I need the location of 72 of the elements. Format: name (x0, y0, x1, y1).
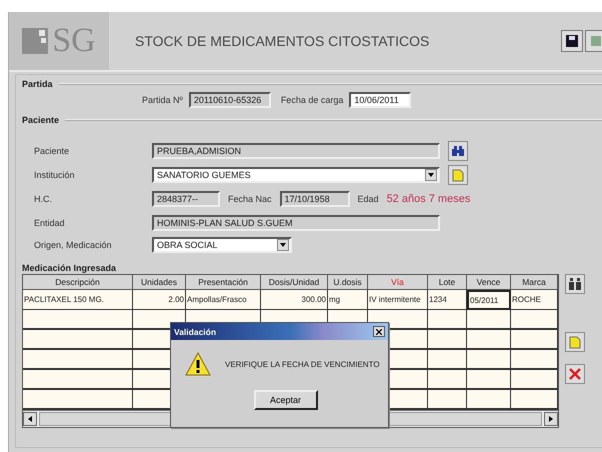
column-header[interactable]: Marca (511, 275, 558, 290)
field-label: Paciente (34, 146, 70, 156)
date-field[interactable]: 10/06/2011 (349, 92, 412, 108)
field-label: Partida Nº (142, 95, 183, 105)
new-document-icon[interactable] (448, 165, 468, 185)
table-cell (511, 370, 558, 390)
field-label: Origen, Medicación (34, 240, 113, 250)
right-arrow-icon (549, 416, 553, 422)
binoculars-icon[interactable] (448, 141, 468, 161)
warning-icon (185, 352, 211, 376)
new-document-icon[interactable] (565, 332, 585, 352)
dialog-message: VERIFIQUE LA FECHA DE VENCIMIENTO (225, 360, 380, 368)
column-header[interactable]: Vence (467, 275, 511, 290)
table-cell: IV intermitente (368, 290, 428, 310)
accept-button[interactable]: Aceptar (254, 390, 318, 410)
field-label: Entidad (34, 218, 66, 228)
origin-dropdown[interactable]: OBRA SOCIAL (152, 237, 292, 253)
table-cell: 2.00 (133, 290, 186, 310)
logo-text: SG (52, 22, 96, 60)
logo-icon (22, 28, 48, 54)
table-cell (467, 350, 511, 370)
people-icon[interactable] (565, 274, 585, 294)
table-cell: PACLITAXEL 150 MG. (23, 290, 133, 310)
scroll-left-button[interactable] (23, 412, 37, 426)
table-cell (511, 350, 558, 370)
table-cell: 300.00 (261, 290, 328, 310)
table-cell (428, 310, 467, 330)
caret-icon (280, 243, 286, 247)
table-cell (467, 310, 511, 330)
save-button[interactable] (561, 30, 583, 52)
birth-date-field[interactable]: 17/10/1958 (280, 191, 350, 207)
table-cell: 05/2011 (467, 290, 511, 310)
record-number-field[interactable]: 2848377-- (152, 191, 220, 207)
field-label: Fecha de carga (280, 95, 344, 105)
section-title: Medicación Ingresada (22, 263, 118, 273)
column-header[interactable]: Dosis/Unidad (261, 275, 328, 290)
square-icon (590, 35, 602, 47)
table-cell: 1234 (428, 290, 467, 310)
scroll-right-button[interactable] (544, 412, 558, 426)
institution-dropdown[interactable]: SANATORIO GUEMES (152, 167, 440, 183)
patient-field[interactable]: PRUEBA,ADMISION (152, 143, 440, 159)
field-label: H.C. (34, 194, 53, 204)
table-cell (511, 310, 558, 330)
table-cell: Ampollas/Frasco (186, 290, 261, 310)
batch-number-field[interactable]: 20110610-65326 (188, 92, 271, 108)
window-title: STOCK DE MEDICAMENTOS CITOSTATICOS (135, 33, 430, 49)
close-icon (376, 328, 382, 334)
left-arrow-icon (28, 416, 32, 422)
field-label: Fecha Nac (228, 194, 272, 204)
table-cell (467, 330, 511, 350)
table-cell (511, 330, 558, 350)
table-cell: ROCHE (511, 290, 558, 310)
column-header[interactable]: Descripción (23, 275, 133, 290)
field-label: Institución (34, 170, 76, 180)
column-header[interactable]: U.dosis (328, 275, 368, 290)
table-cell: mg (328, 290, 368, 310)
column-header[interactable]: Presentación (186, 275, 261, 290)
dialog-title: Validación (174, 326, 216, 336)
table-cell (428, 350, 467, 370)
table-cell (428, 370, 467, 390)
entity-field[interactable]: HOMINIS-PLAN SALUD S.GUEM (152, 215, 440, 231)
column-header[interactable]: Lote (428, 275, 467, 290)
caret-icon (428, 173, 434, 177)
age-text: 52 años 7 meses (386, 193, 470, 205)
close-button[interactable] (373, 326, 385, 337)
column-header[interactable]: Unidades (133, 275, 186, 290)
section-title: Partida (22, 79, 53, 89)
section-title: Paciente (22, 115, 60, 125)
delete-icon[interactable] (565, 364, 585, 384)
field-label: Edad (358, 194, 379, 204)
table-cell (467, 370, 511, 390)
table-cell (428, 330, 467, 350)
